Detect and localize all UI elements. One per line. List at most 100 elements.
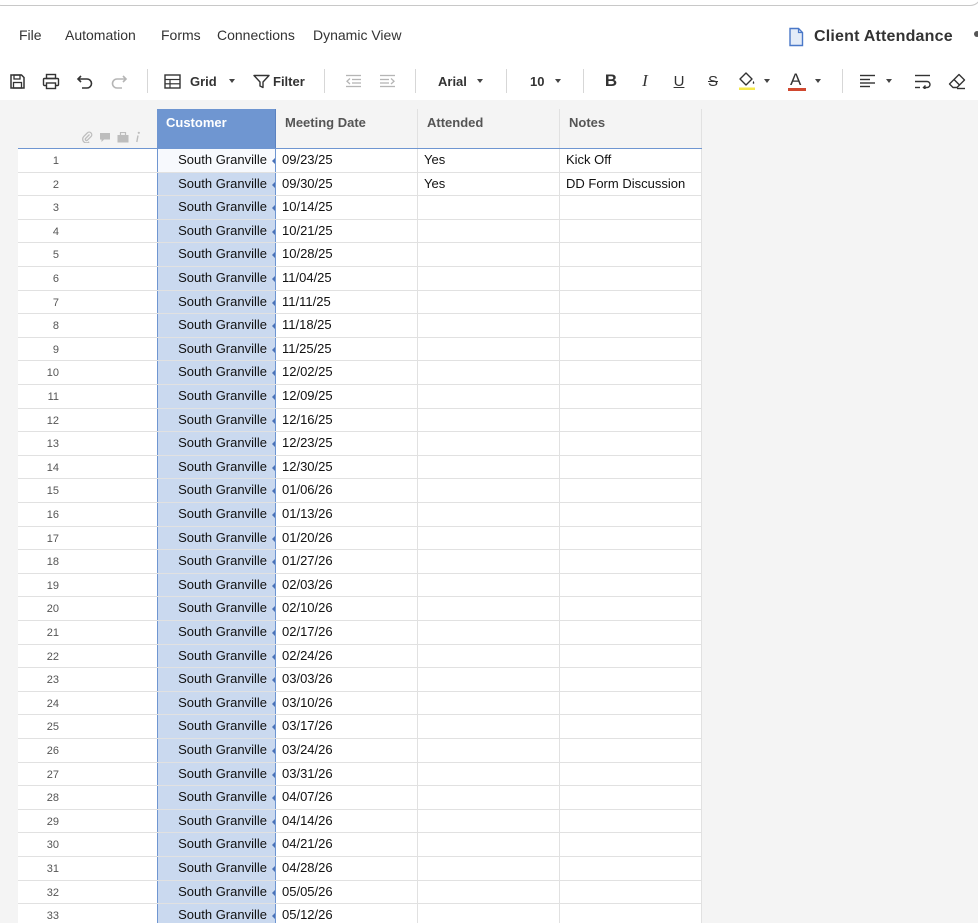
cell-notes[interactable] [560, 385, 702, 408]
dropdown-arrow-icon[interactable] [272, 252, 275, 259]
row-number[interactable]: 22 [18, 644, 157, 668]
cell-meeting-date[interactable]: 12/02/25 [276, 361, 418, 384]
cell-attended[interactable] [418, 526, 560, 550]
cell-attended[interactable] [418, 314, 560, 337]
underline-button[interactable]: U [669, 62, 689, 100]
cell-meeting-date[interactable]: 09/30/25 [276, 172, 418, 196]
cell-meeting-date[interactable]: 01/27/26 [276, 550, 418, 573]
cell-customer[interactable]: South Granville [157, 526, 276, 550]
cell-notes[interactable] [560, 337, 702, 361]
cell-customer[interactable]: South Granville [157, 432, 276, 455]
cell-notes[interactable] [560, 573, 702, 597]
row-number[interactable]: 12 [18, 408, 157, 432]
cell-attended[interactable] [418, 267, 560, 290]
cell-meeting-date[interactable]: 04/21/26 [276, 833, 418, 856]
row-number[interactable]: 33 [18, 904, 157, 923]
cell-meeting-date[interactable]: 09/23/25 [276, 149, 418, 172]
cell-meeting-date[interactable]: 03/17/26 [276, 715, 418, 738]
row-number[interactable]: 32 [18, 880, 157, 904]
column-header-customer[interactable]: Customer [157, 109, 276, 148]
print-button[interactable] [40, 62, 62, 100]
dropdown-arrow-icon[interactable] [272, 370, 275, 377]
row-number[interactable]: 30 [18, 833, 157, 856]
cell-customer[interactable]: South Granville [157, 455, 276, 479]
cell-meeting-date[interactable]: 12/23/25 [276, 432, 418, 455]
dropdown-arrow-icon[interactable] [272, 795, 275, 802]
dropdown-arrow-icon[interactable] [272, 630, 275, 636]
cell-customer[interactable]: South Granville [157, 880, 276, 904]
cell-customer[interactable]: South Granville [157, 314, 276, 337]
cell-customer[interactable]: South Granville [157, 809, 276, 833]
cell-attended[interactable] [418, 503, 560, 526]
cell-attended[interactable] [418, 621, 560, 644]
cell-attended[interactable] [418, 691, 560, 715]
dropdown-arrow-icon[interactable] [272, 535, 275, 542]
dropdown-arrow-icon[interactable] [272, 228, 275, 235]
cell-notes[interactable] [560, 857, 702, 880]
cell-notes[interactable] [560, 715, 702, 738]
cell-attended[interactable] [418, 219, 560, 243]
font-family-select[interactable]: Arial [438, 62, 490, 100]
fill-color-button[interactable] [737, 62, 777, 100]
dropdown-arrow-icon[interactable] [272, 559, 275, 566]
cell-meeting-date[interactable]: 03/10/26 [276, 691, 418, 715]
cell-customer[interactable]: South Granville [157, 503, 276, 526]
cell-notes[interactable] [560, 479, 702, 502]
cell-meeting-date[interactable]: 11/25/25 [276, 337, 418, 361]
cell-notes[interactable] [560, 196, 702, 219]
cell-attended[interactable] [418, 644, 560, 668]
dropdown-arrow-icon[interactable] [272, 323, 275, 330]
cell-notes[interactable] [560, 644, 702, 668]
row-number[interactable]: 31 [18, 857, 157, 880]
row-number[interactable]: 2 [18, 172, 157, 196]
menu-forms[interactable]: Forms [161, 27, 201, 43]
strikethrough-button[interactable]: S [703, 62, 723, 100]
row-number[interactable]: 8 [18, 314, 157, 337]
row-number[interactable]: 17 [18, 526, 157, 550]
dropdown-arrow-icon[interactable] [272, 889, 275, 896]
cell-customer[interactable]: South Granville [157, 172, 276, 196]
cell-notes[interactable] [560, 809, 702, 833]
cell-attended[interactable] [418, 432, 560, 455]
row-number[interactable]: 28 [18, 786, 157, 809]
cell-meeting-date[interactable]: 02/24/26 [276, 644, 418, 668]
italic-button[interactable]: I [635, 62, 655, 100]
cell-meeting-date[interactable]: 01/06/26 [276, 479, 418, 502]
cell-customer[interactable]: South Granville [157, 857, 276, 880]
clear-format-button[interactable] [947, 62, 967, 100]
cell-meeting-date[interactable]: 12/16/25 [276, 408, 418, 432]
cell-customer[interactable]: South Granville [157, 739, 276, 762]
redo-button[interactable] [108, 62, 130, 100]
cell-attended[interactable]: Yes [418, 149, 560, 172]
cell-attended[interactable] [418, 290, 560, 314]
cell-meeting-date[interactable]: 10/21/25 [276, 219, 418, 243]
menu-dynamic-view[interactable]: Dynamic View [313, 27, 401, 43]
cell-attended[interactable] [418, 880, 560, 904]
cell-notes[interactable] [560, 621, 702, 644]
cell-customer[interactable]: South Granville [157, 786, 276, 809]
cell-notes[interactable] [560, 762, 702, 786]
cell-attended[interactable] [418, 597, 560, 620]
cell-meeting-date[interactable]: 03/03/26 [276, 668, 418, 691]
dropdown-arrow-icon[interactable] [272, 394, 275, 400]
dropdown-arrow-icon[interactable] [272, 771, 275, 778]
cell-notes[interactable] [560, 739, 702, 762]
dropdown-arrow-icon[interactable] [272, 158, 275, 164]
cell-customer[interactable]: South Granville [157, 243, 276, 266]
row-number[interactable]: 14 [18, 455, 157, 479]
row-number[interactable]: 1 [18, 149, 157, 172]
cell-attended[interactable] [418, 550, 560, 573]
dropdown-arrow-icon[interactable] [272, 464, 275, 471]
row-number[interactable]: 29 [18, 809, 157, 833]
cell-attended[interactable] [418, 243, 560, 266]
undo-button[interactable] [74, 62, 96, 100]
cell-attended[interactable] [418, 715, 560, 738]
dropdown-arrow-icon[interactable] [272, 818, 275, 825]
dropdown-arrow-icon[interactable] [272, 276, 275, 282]
cell-notes[interactable] [560, 668, 702, 691]
row-number[interactable]: 18 [18, 550, 157, 573]
cell-attended[interactable] [418, 479, 560, 502]
dropdown-arrow-icon[interactable] [272, 842, 275, 849]
cell-attended[interactable] [418, 668, 560, 691]
row-number[interactable]: 6 [18, 267, 157, 290]
